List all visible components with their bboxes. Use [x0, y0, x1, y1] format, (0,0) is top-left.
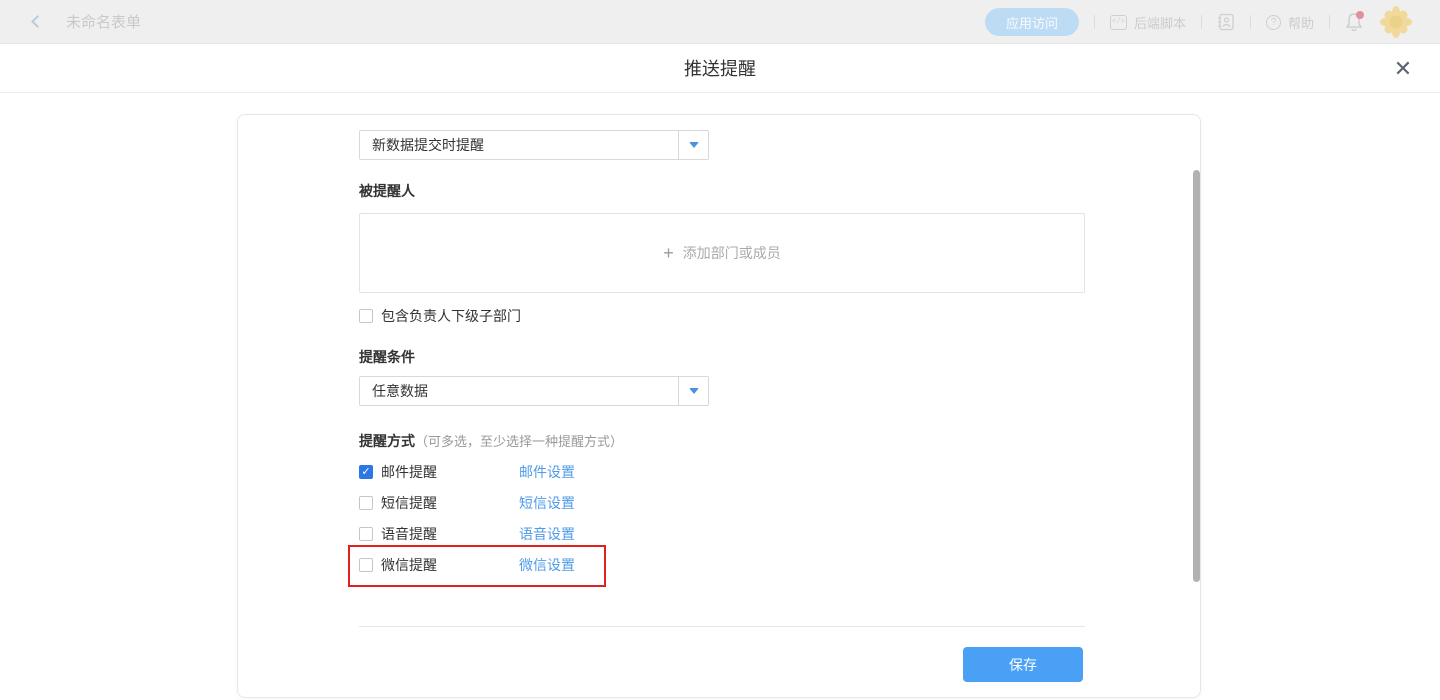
voice-checkbox[interactable]: ✓	[359, 527, 373, 541]
method-row-sms: ✓ 短信提醒 短信设置	[359, 493, 819, 513]
wechat-checkbox[interactable]: ✓	[359, 558, 373, 572]
condition-label: 提醒条件	[359, 347, 415, 367]
chevron-down-icon	[678, 377, 708, 405]
method-label: 邮件提醒	[381, 462, 437, 482]
help-icon: ?	[1266, 15, 1281, 30]
methods-label: 提醒方式	[359, 433, 415, 449]
condition-select-value: 任意数据	[360, 381, 678, 401]
contacts-icon	[1217, 13, 1235, 31]
save-button[interactable]: 保存	[963, 647, 1083, 682]
recipients-label: 被提醒人	[359, 181, 415, 201]
divider	[1094, 15, 1095, 29]
divider	[1201, 15, 1202, 29]
include-subdept-row: ✓ 包含负责人下级子部门	[359, 306, 521, 326]
voice-settings-link[interactable]: 语音设置	[519, 524, 575, 544]
divider	[1250, 15, 1251, 29]
app-header: 未命名表单 应用访问 </> 后端脚本	[0, 0, 1440, 44]
trigger-select[interactable]: 新数据提交时提醒	[359, 130, 709, 160]
help-label: 帮助	[1288, 13, 1314, 32]
divider	[1329, 15, 1330, 29]
modal-title: 推送提醒	[684, 55, 756, 81]
wechat-settings-link[interactable]: 微信设置	[519, 555, 575, 575]
chevron-down-icon	[678, 131, 708, 159]
method-row-wechat: ✓ 微信提醒 微信设置	[359, 555, 819, 575]
code-icon: </>	[1110, 15, 1127, 30]
notification-badge	[1356, 11, 1364, 19]
chevron-left-icon	[31, 15, 44, 28]
methods-label-row: 提醒方式（可多选，至少选择一种提醒方式）	[359, 431, 623, 451]
condition-select[interactable]: 任意数据	[359, 376, 709, 406]
include-subdept-checkbox[interactable]: ✓	[359, 309, 373, 323]
backend-script-label: 后端脚本	[1134, 13, 1186, 32]
form-title: 未命名表单	[66, 11, 141, 32]
scrollbar-thumb[interactable]	[1193, 170, 1200, 582]
email-checkbox[interactable]: ✓	[359, 465, 373, 479]
avatar-flower-icon	[1380, 6, 1412, 38]
method-row-voice: ✓ 语音提醒 语音设置	[359, 524, 819, 544]
method-label: 短信提醒	[381, 493, 437, 513]
notifications-button[interactable]	[1345, 11, 1365, 33]
avatar[interactable]	[1380, 6, 1412, 38]
app-access-button[interactable]: 应用访问	[985, 8, 1079, 36]
method-row-email: ✓ 邮件提醒 邮件设置	[359, 462, 819, 482]
modal-titlebar: 推送提醒 ✕	[0, 44, 1440, 93]
trigger-select-value: 新数据提交时提醒	[360, 135, 678, 155]
include-subdept-label: 包含负责人下级子部门	[381, 306, 521, 326]
divider	[359, 626, 1085, 627]
page: 未命名表单 应用访问 </> 后端脚本	[0, 0, 1440, 700]
sms-checkbox[interactable]: ✓	[359, 496, 373, 510]
add-members-placeholder: 添加部门或成员	[683, 243, 781, 263]
help-button[interactable]: ? 帮助	[1266, 13, 1314, 32]
method-label: 语音提醒	[381, 524, 437, 544]
plus-icon: +	[663, 244, 674, 262]
method-label: 微信提醒	[381, 555, 437, 575]
push-notification-card: 新数据提交时提醒 被提醒人 + 添加部门或成员 ✓ 包含负责人下级子部门 提醒条…	[237, 114, 1201, 698]
methods-hint: （可多选，至少选择一种提醒方式）	[415, 434, 623, 449]
email-settings-link[interactable]: 邮件设置	[519, 462, 575, 482]
back-button[interactable]	[26, 13, 44, 31]
close-icon[interactable]: ✕	[1390, 56, 1416, 82]
backend-script-button[interactable]: </> 后端脚本	[1110, 13, 1186, 32]
contacts-button[interactable]	[1217, 13, 1235, 31]
sms-settings-link[interactable]: 短信设置	[519, 493, 575, 513]
add-members-box[interactable]: + 添加部门或成员	[359, 213, 1085, 293]
